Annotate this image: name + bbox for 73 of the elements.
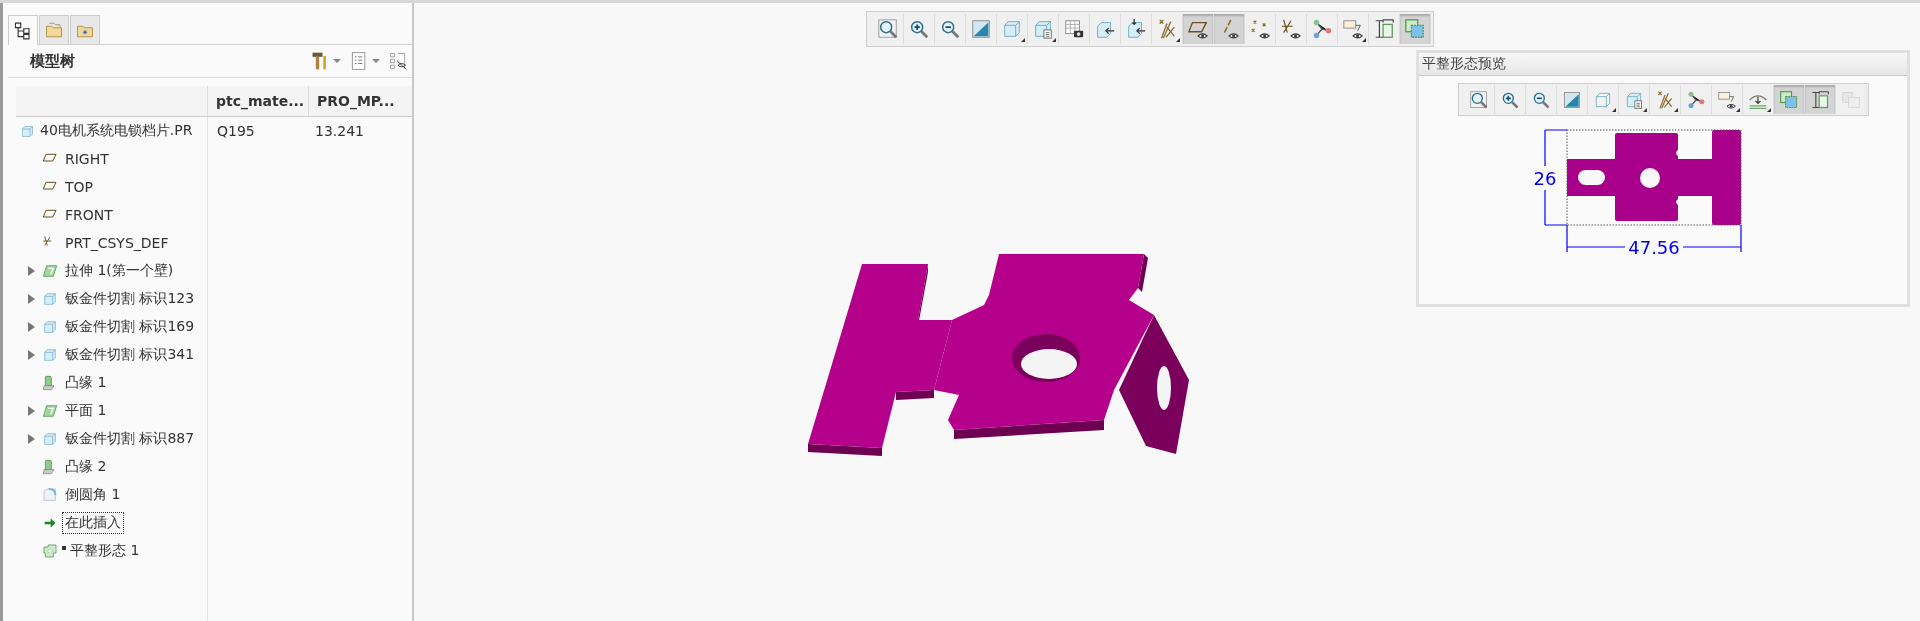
settings-button[interactable] xyxy=(310,51,341,71)
note-eye-icon xyxy=(1342,18,1364,40)
panel-title: 平整形态预览 xyxy=(1422,55,1506,73)
tree-item[interactable]: PRT_CSYS_DEF xyxy=(62,233,172,253)
cube-list-icon xyxy=(1032,18,1054,40)
sheets-icon xyxy=(1840,89,1861,110)
flange-icon xyxy=(42,459,58,475)
column-header[interactable]: PRO_MP... xyxy=(308,86,409,116)
tree-item[interactable]: 钣金件切割 标识341 xyxy=(62,344,198,366)
tree-item[interactable]: 平面 1 xyxy=(62,400,110,422)
extrude-icon xyxy=(42,403,58,419)
datum-icon xyxy=(1156,18,1178,40)
node-icon xyxy=(1311,18,1333,40)
table-cell-text: 13.241 xyxy=(314,123,365,139)
expand-arrow-icon[interactable] xyxy=(27,294,35,304)
tree-item[interactable]: 钣金件切割 标识123 xyxy=(62,288,198,310)
zoom-in-icon xyxy=(908,18,930,40)
expand-arrow-icon[interactable] xyxy=(27,434,35,444)
zoom-out-icon xyxy=(939,18,961,40)
point-eye-icon xyxy=(1249,18,1271,40)
tree-item[interactable]: 倒圆角 1 xyxy=(62,484,124,506)
cube-icon xyxy=(42,347,58,363)
csys-eye-icon xyxy=(1280,18,1302,40)
tree-item[interactable]: FRONT xyxy=(62,205,116,225)
dimension-label: 47.56 xyxy=(1628,237,1680,258)
expand-arrow-icon[interactable] xyxy=(27,266,35,276)
table-cell-text: Q195 xyxy=(216,123,256,139)
show-button[interactable] xyxy=(349,51,380,71)
cube-icon xyxy=(42,319,58,335)
tree-icon xyxy=(14,21,32,40)
flat-pattern-icon xyxy=(42,543,58,559)
tree-item[interactable]: TOP xyxy=(62,177,96,197)
magnifier-icon xyxy=(877,18,899,40)
expand-arrow-icon[interactable] xyxy=(27,322,35,332)
flange-icon xyxy=(42,375,58,391)
flat-preview-button[interactable] xyxy=(1773,85,1805,114)
note-eye-icon xyxy=(1716,89,1737,110)
tree-item[interactable]: 40电机系统电锁档片.PR xyxy=(40,122,193,140)
flat-preview-button[interactable] xyxy=(1400,14,1431,44)
tree-item[interactable]: RIGHT xyxy=(62,149,112,169)
panel-title: 模型树 xyxy=(30,51,75,71)
cube-icon xyxy=(1001,18,1023,40)
dimension-button[interactable] xyxy=(1804,85,1836,114)
round-icon xyxy=(42,487,58,503)
folders-icon xyxy=(45,21,63,39)
cube-icon xyxy=(42,431,58,447)
axis-display-button[interactable] xyxy=(1214,14,1245,44)
dimension-label: 26 xyxy=(1533,168,1557,189)
filter-eye-icon xyxy=(388,51,408,71)
tree-item[interactable]: 钣金件切割 标识169 xyxy=(62,316,198,338)
dimension-icon xyxy=(1373,18,1395,40)
repaint-icon xyxy=(1561,89,1582,110)
column-header[interactable]: ptc_mate... xyxy=(207,86,308,116)
tree-item[interactable]: 平整形态 1 xyxy=(67,540,143,562)
cube-icon xyxy=(42,291,58,307)
filter-button[interactable] xyxy=(388,51,408,71)
table-camera-icon xyxy=(1063,18,1085,40)
panel-tab[interactable] xyxy=(8,15,38,45)
tree-item[interactable]: 拉伸 1(第一个壁) xyxy=(62,260,177,282)
expand-arrow-icon[interactable] xyxy=(27,350,35,360)
tree-item[interactable]: 凸缘 1 xyxy=(62,372,110,394)
overlap-squares-icon xyxy=(1404,18,1426,40)
plane-display-button[interactable] xyxy=(1183,14,1214,44)
tree-item[interactable]: 钣金件切割 标识887 xyxy=(62,428,198,450)
cube-arrow-icon xyxy=(1125,18,1147,40)
magnifier-icon xyxy=(1468,89,1489,110)
extrude-icon xyxy=(42,263,58,279)
overlap-squares-icon xyxy=(1778,89,1799,110)
part-icon xyxy=(20,123,35,139)
repaint-icon xyxy=(970,18,992,40)
expand-arrow-icon[interactable] xyxy=(27,406,35,416)
tree-item[interactable]: 凸缘 2 xyxy=(62,456,110,478)
tree-item[interactable]: 在此插入 xyxy=(62,512,124,534)
